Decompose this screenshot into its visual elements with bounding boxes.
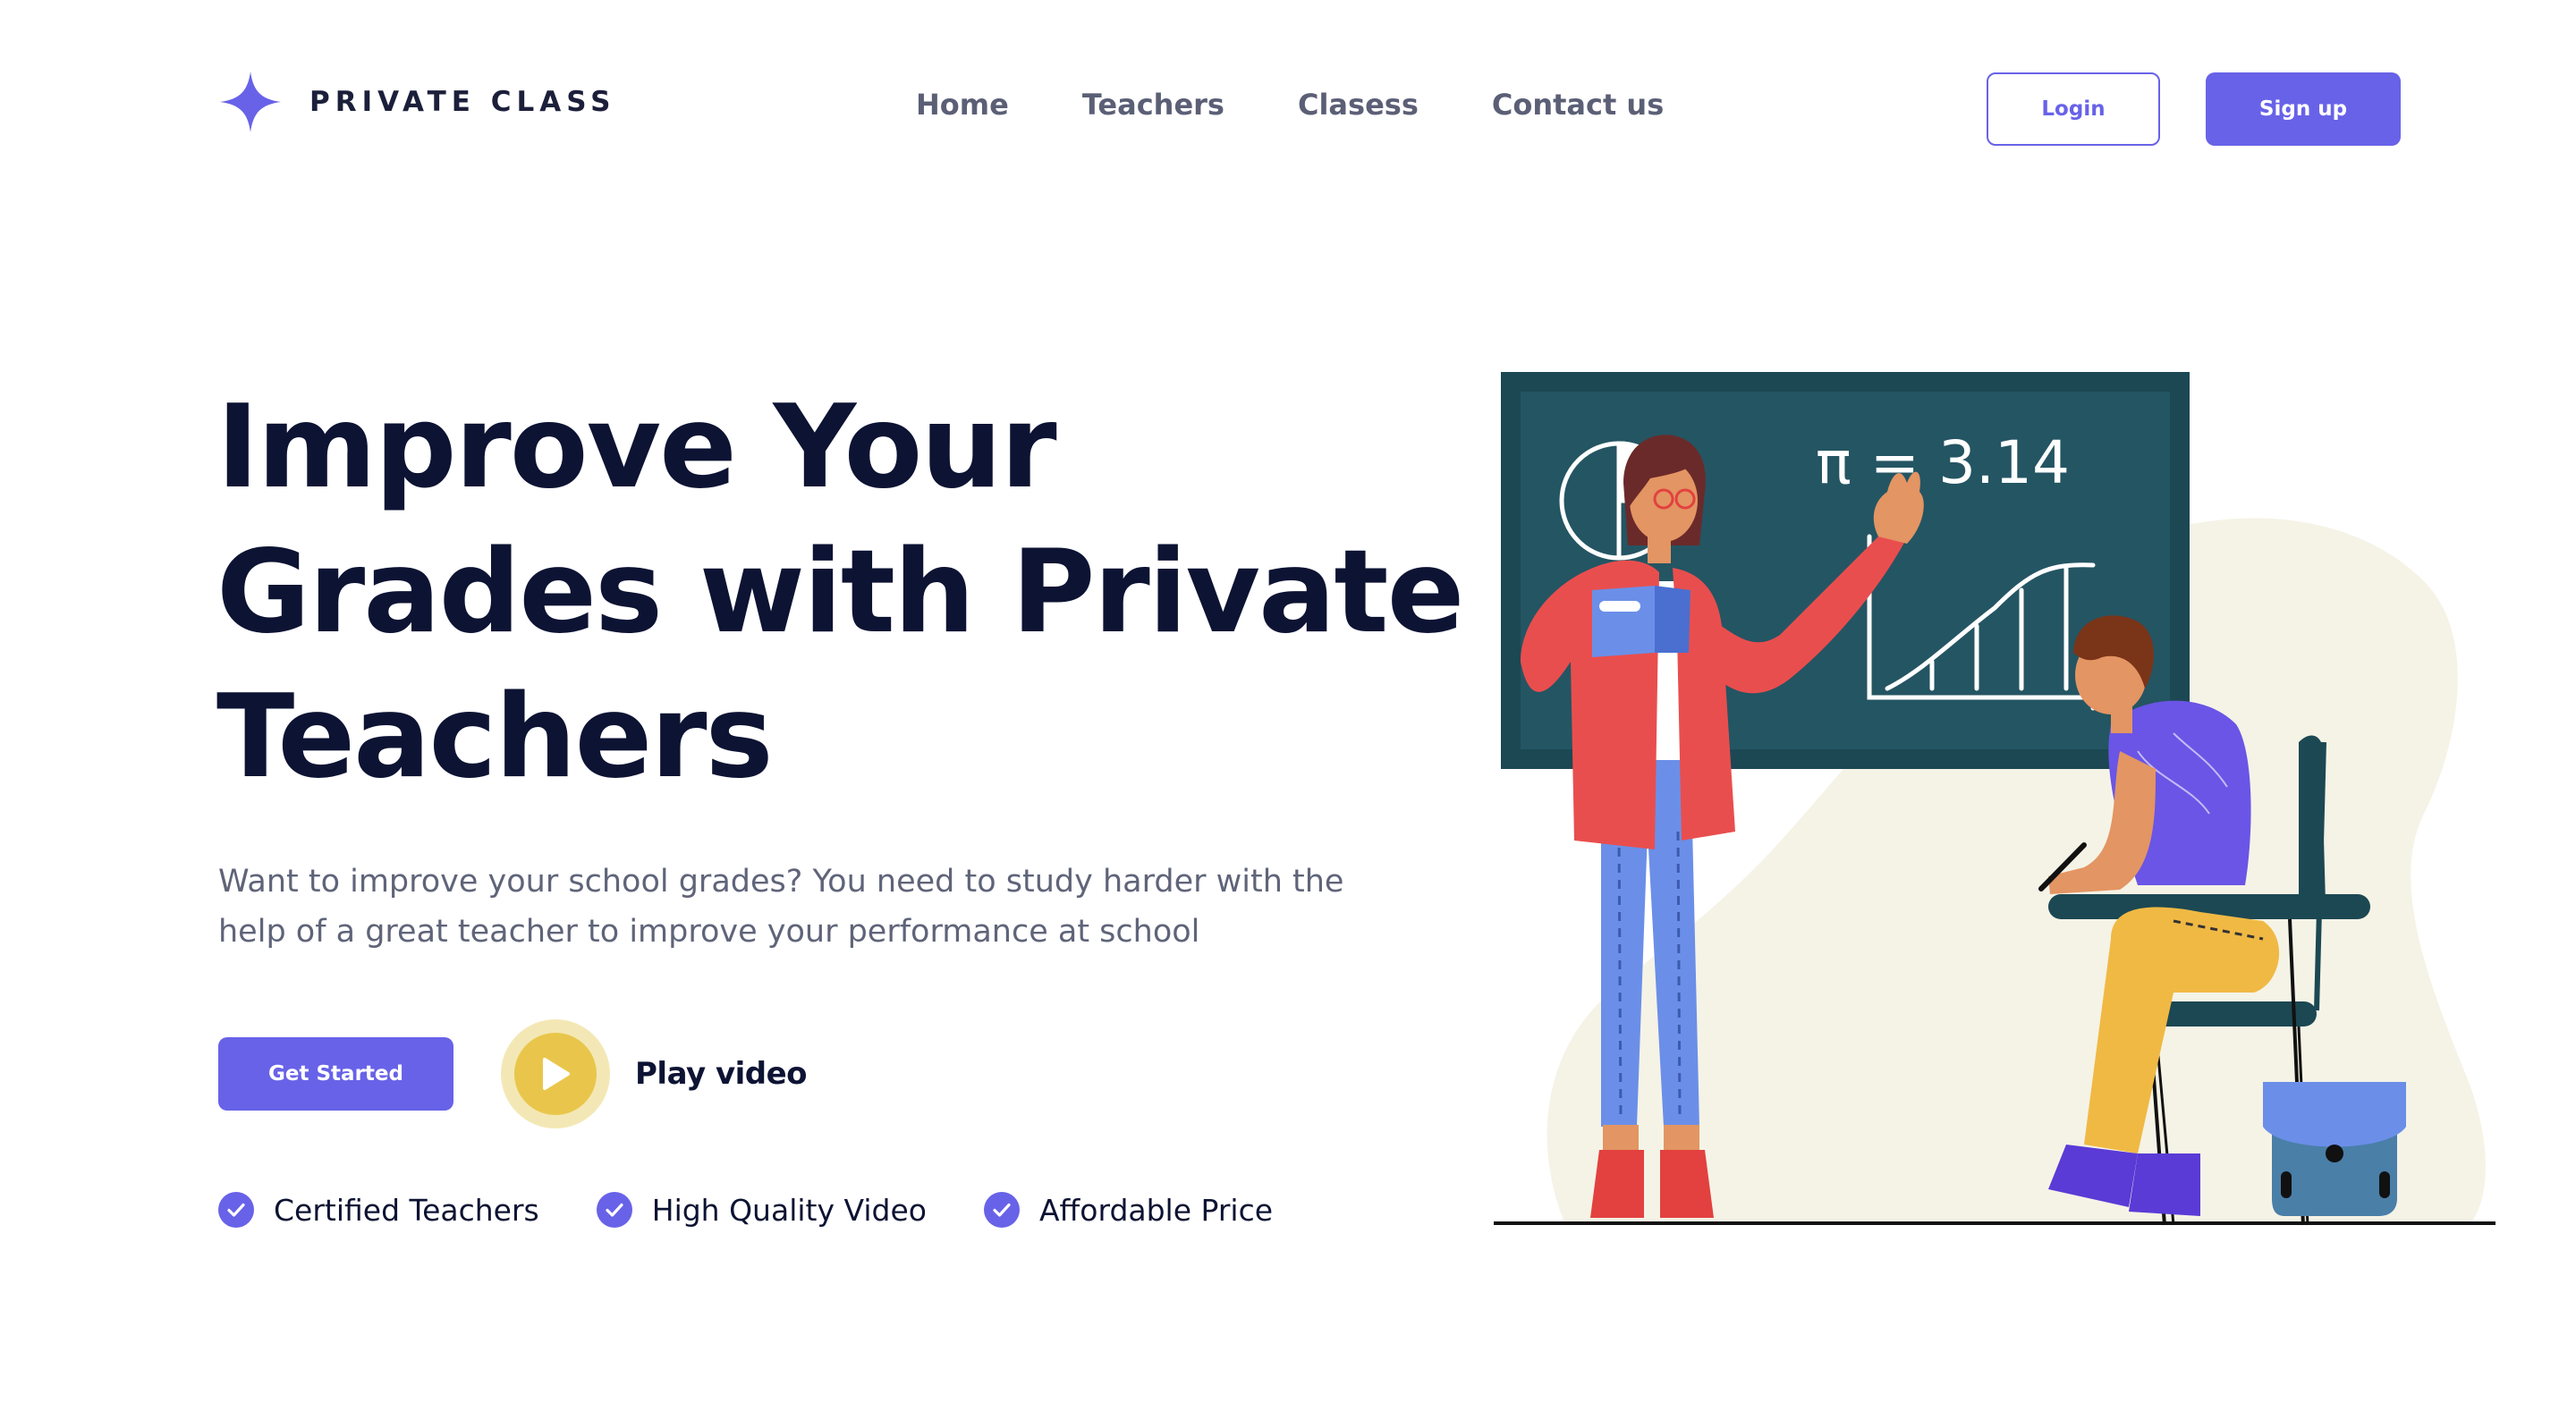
login-button[interactable]: Login [1987,72,2160,146]
backpack [2263,1082,2406,1216]
play-video[interactable]: Play video [501,1019,808,1128]
get-started-button[interactable]: Get Started [218,1037,453,1111]
classroom-illustration: π = 3.14 [1494,372,2496,1226]
hero-illustration: π = 3.14 [1494,367,2522,1243]
nav-home[interactable]: Home [916,88,1009,122]
brand-name: PRIVATE CLASS [309,86,616,118]
brand[interactable]: PRIVATE CLASS [218,70,615,134]
nav-contact-us[interactable]: Contact us [1492,88,1664,122]
feature-label: Affordable Price [1038,1192,1274,1228]
feature-item: Affordable Price [983,1192,1274,1228]
check-circle-icon [218,1192,254,1228]
signup-button[interactable]: Sign up [2206,72,2401,146]
nav-teachers[interactable]: Teachers [1082,88,1224,122]
check-circle-icon [983,1192,1020,1228]
play-button-inner [514,1033,597,1115]
feature-item: Certified Teachers [218,1192,539,1228]
hero-title: Improve Your Grades with Private Teacher… [216,381,1464,804]
hero-subtitle: Want to improve your school grades? You … [218,864,1344,950]
play-video-label[interactable]: Play video [635,1056,808,1092]
play-icon [543,1058,570,1090]
board-formula: π = 3.14 [1816,428,2070,497]
nav-classes[interactable]: Clasess [1298,88,1419,122]
check-circle-icon [596,1192,632,1228]
feature-label: Certified Teachers [274,1192,539,1228]
play-button[interactable] [501,1019,610,1128]
sparkle-logo-icon [220,72,281,132]
feature-list: Certified Teachers High Quality Video Af… [218,1192,1273,1228]
feature-label: High Quality Video [651,1192,927,1228]
feature-item: High Quality Video [596,1192,927,1228]
main-nav: Home Teachers Clasess Contact us [916,88,1664,122]
